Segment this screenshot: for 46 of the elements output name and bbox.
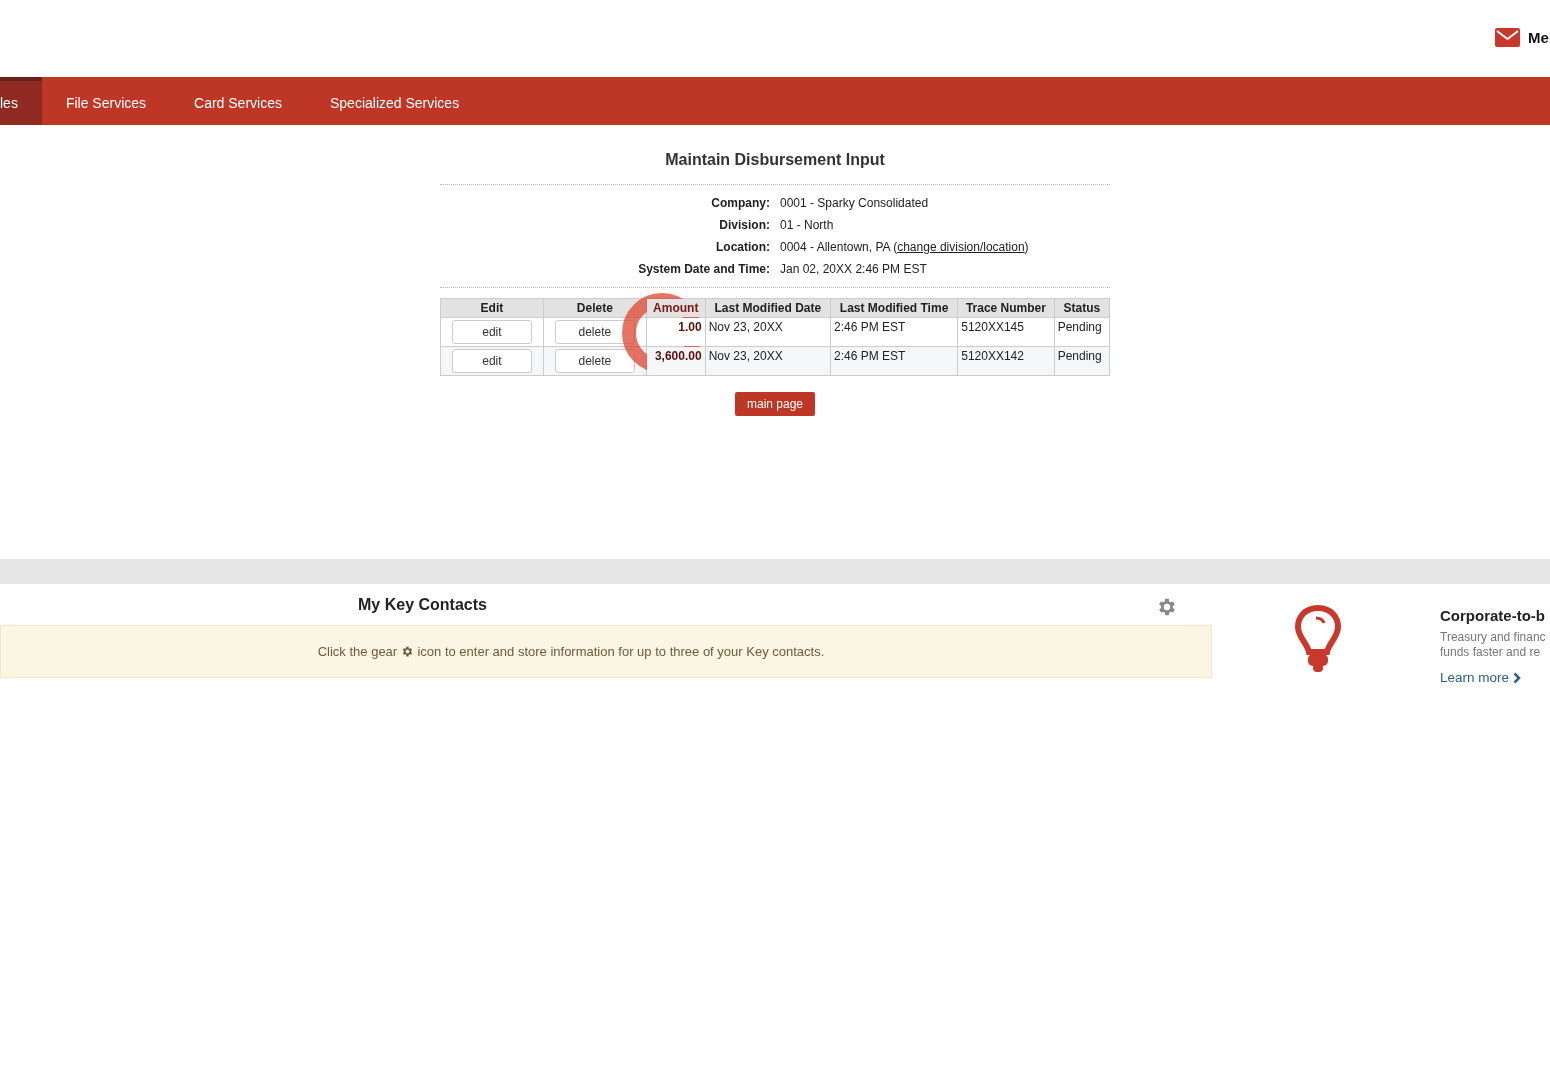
table-cell: Pending — [1054, 346, 1110, 376]
delete-button[interactable]: delete — [554, 349, 635, 373]
lightbulb-icon — [1294, 604, 1342, 674]
column-header: Status — [1054, 298, 1110, 318]
table-cell: Nov 23, 20XX — [705, 346, 831, 376]
envelope-icon[interactable] — [1495, 28, 1520, 47]
nav-tab[interactable]: File Services — [41, 77, 171, 125]
nav-tab[interactable]: Card Services — [170, 77, 306, 125]
field-label: System Date and Time: — [637, 262, 770, 276]
column-header: Edit — [440, 298, 544, 318]
field-value: Jan 02, 20XX 2:46 PM EST — [780, 262, 928, 276]
table-cell: 5120XX142 — [957, 346, 1055, 376]
table-cell: 1.00 — [646, 317, 706, 347]
field-label: Location: — [715, 240, 770, 254]
table-cell: 5120XX145 — [957, 317, 1055, 347]
gear-icon — [400, 645, 414, 658]
promo-text: funds faster and re — [1440, 645, 1542, 660]
table-cell: Nov 23, 20XX — [705, 317, 831, 347]
field-value: 0001 - Sparky Consolidated — [780, 196, 930, 210]
notice-text: Click the gear icon to enter and store information for up to three of your Key contacts. — [317, 644, 825, 659]
edit-button[interactable]: edit — [451, 320, 532, 344]
table-cell: 2:46 PM EST — [830, 317, 958, 347]
table-cell: 3,600.00 — [646, 346, 706, 376]
chevron-icon — [1513, 671, 1522, 684]
column-header: Trace Number — [957, 298, 1055, 318]
learn-more-link[interactable]: Learn more — [1440, 670, 1550, 685]
nav-tab[interactable]: Specialized Services — [305, 77, 484, 125]
column-header: Last Modified Time — [830, 298, 958, 318]
table-cell: 2:46 PM EST — [830, 346, 958, 376]
field-label: Division: — [718, 218, 770, 232]
messages-link[interactable]: Me — [1528, 29, 1550, 46]
page-title: Maintain Disbursement Input — [664, 151, 886, 169]
edit-button[interactable]: edit — [451, 349, 532, 373]
field-value: 0004 - Allentown, PA (change division/location) — [780, 240, 1030, 254]
main-page-button[interactable]: main page — [734, 392, 815, 416]
section-title: My Key Contacts — [358, 595, 487, 614]
settings-icon[interactable] — [1156, 596, 1178, 618]
column-header: Last Modified Date — [705, 298, 831, 318]
promo-title: Corporate-to-b — [1440, 607, 1546, 624]
promo-text: Treasury and financ — [1440, 630, 1547, 645]
nav-tab[interactable]: les — [0, 77, 42, 125]
change-link[interactable]: change division/location — [897, 240, 1025, 254]
field-value: 01 - North — [780, 218, 835, 232]
field-label: Company: — [710, 196, 770, 210]
table-cell: Pending — [1054, 317, 1110, 347]
column-header: Amount — [646, 298, 706, 318]
